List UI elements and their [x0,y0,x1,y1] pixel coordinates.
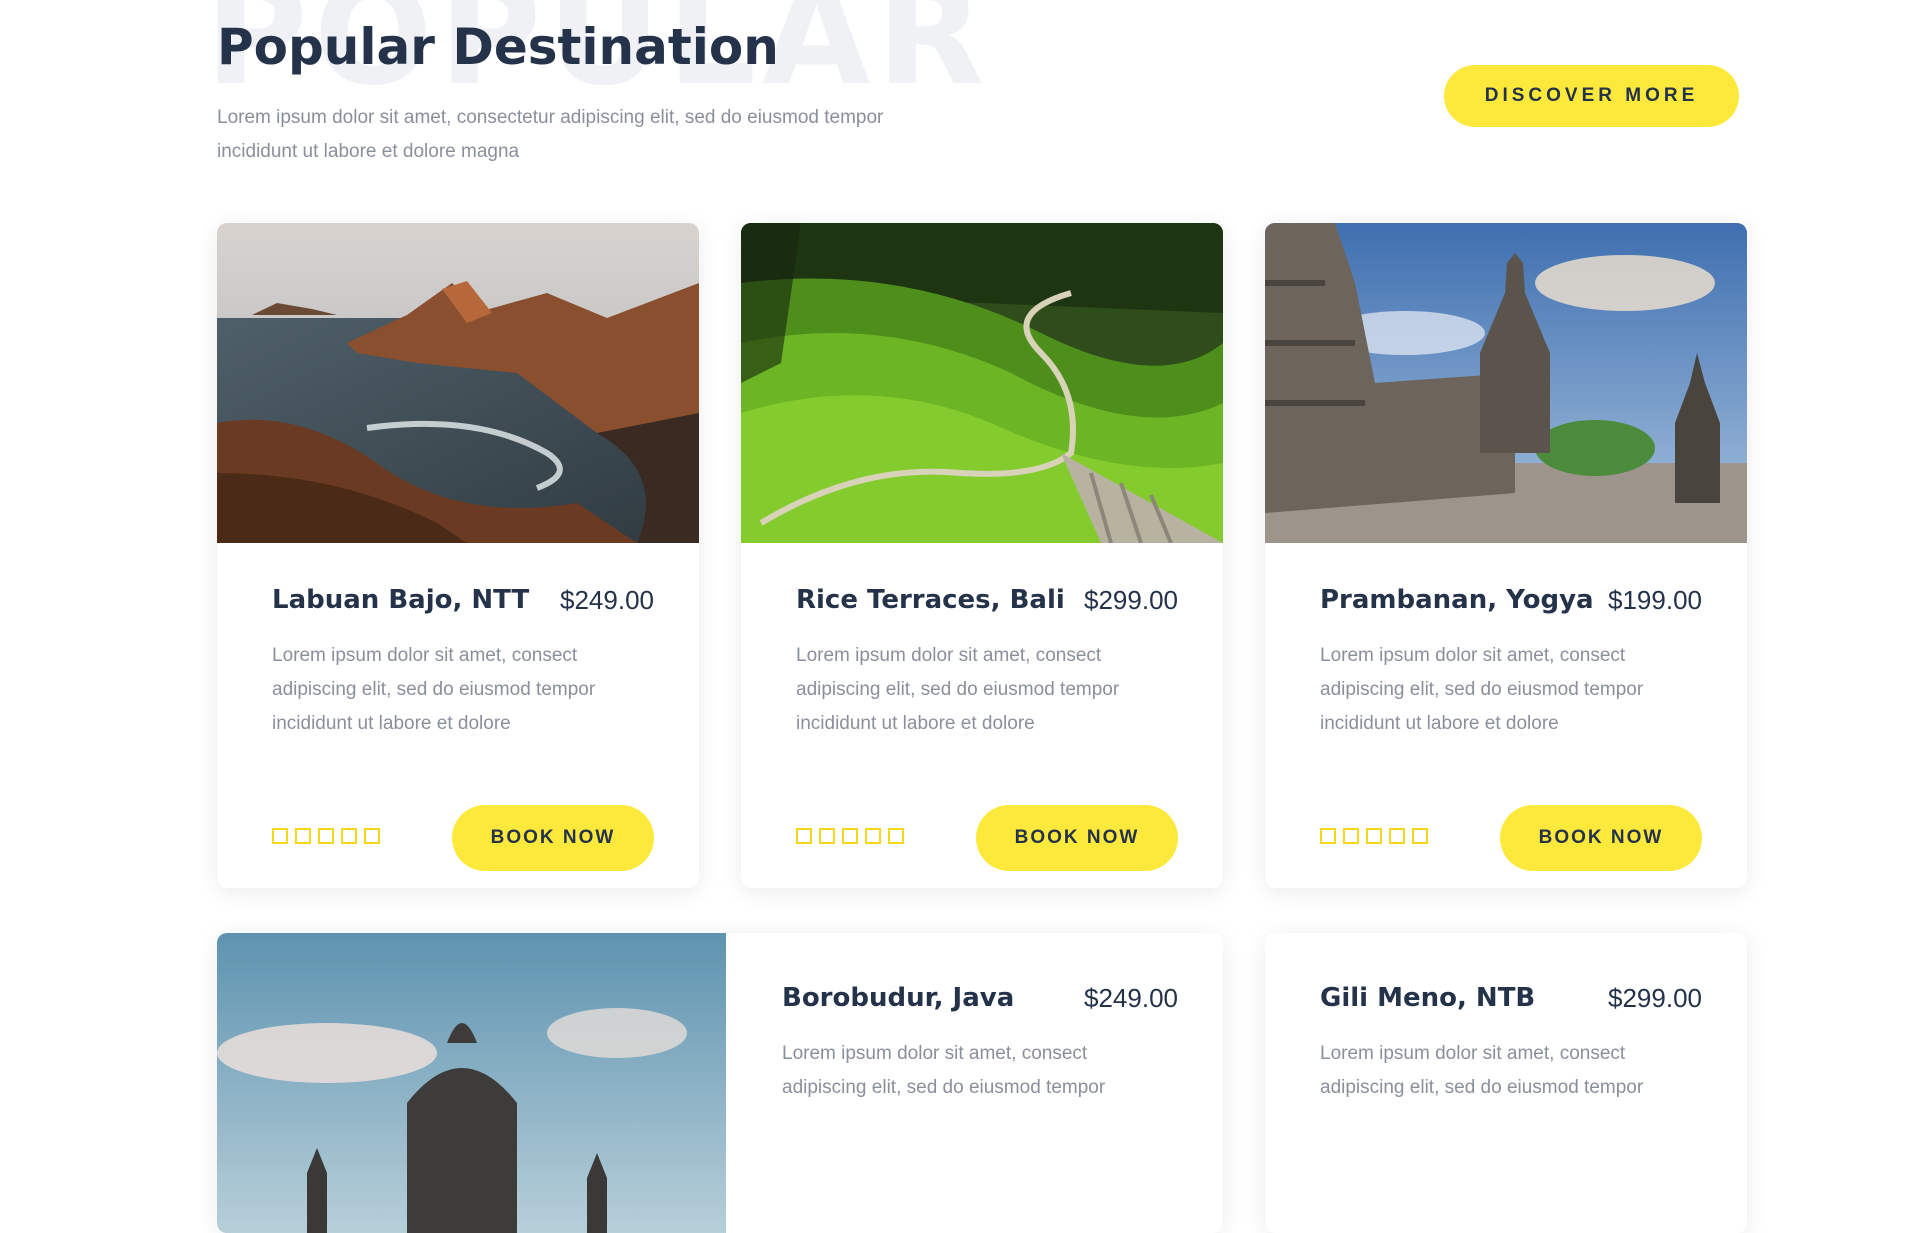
star-outline-icon[interactable] [1320,828,1336,844]
destination-name: Prambanan, Yogya [1320,585,1594,615]
star-outline-icon[interactable] [1366,828,1382,844]
destination-description: Lorem ipsum dolor sit amet, consect adip… [1320,645,1644,734]
destination-description: Lorem ipsum dolor sit amet, consect adip… [1320,1043,1644,1098]
destination-card: Labuan Bajo, NTT $249.00 Lorem ipsum dol… [217,223,699,888]
destination-card: Gili Meno, NTB $299.00 Lorem ipsum dolor… [1265,933,1747,1233]
star-outline-icon[interactable] [272,828,288,844]
book-now-button[interactable]: BOOK NOW [452,805,654,871]
section-subtitle: Lorem ipsum dolor sit amet, consectetur … [217,107,884,162]
temple-photo [1265,223,1747,543]
destination-card: Rice Terraces, Bali $299.00 Lorem ipsum … [741,223,1223,888]
star-outline-icon[interactable] [819,828,835,844]
book-now-button[interactable]: BOOK NOW [976,805,1178,871]
destination-description: Lorem ipsum dolor sit amet, consect adip… [782,1043,1106,1098]
star-outline-icon[interactable] [1412,828,1428,844]
destination-description: Lorem ipsum dolor sit amet, consect adip… [272,645,596,734]
stupa-photo [217,933,726,1233]
destination-price: $249.00 [560,585,654,615]
star-outline-icon[interactable] [364,828,380,844]
star-rating[interactable] [796,828,904,844]
star-outline-icon[interactable] [796,828,812,844]
coastal-hills-photo [217,223,699,543]
destination-price: $299.00 [1084,585,1178,615]
destination-card: Prambanan, Yogya $199.00 Lorem ipsum dol… [1265,223,1747,888]
destination-description: Lorem ipsum dolor sit amet, consect adip… [796,645,1120,734]
destination-name: Borobudur, Java [782,983,1015,1013]
page-title: Popular Destination [217,18,779,76]
destination-card-wide: Borobudur, Java $249.00 Lorem ipsum dolo… [217,933,1223,1233]
star-outline-icon[interactable] [295,828,311,844]
star-outline-icon[interactable] [865,828,881,844]
star-rating[interactable] [272,828,380,844]
star-outline-icon[interactable] [888,828,904,844]
destination-name: Gili Meno, NTB [1320,983,1536,1013]
star-outline-icon[interactable] [1343,828,1359,844]
destination-price: $299.00 [1608,983,1702,1013]
destination-name: Rice Terraces, Bali [796,585,1065,615]
star-rating[interactable] [1320,828,1428,844]
destination-name: Labuan Bajo, NTT [272,585,530,615]
book-now-button[interactable]: BOOK NOW [1500,805,1702,871]
star-outline-icon[interactable] [318,828,334,844]
discover-more-button[interactable]: DISCOVER MORE [1444,65,1739,127]
star-outline-icon[interactable] [1389,828,1405,844]
destination-price: $249.00 [1084,983,1178,1013]
destination-price: $199.00 [1608,585,1702,615]
star-outline-icon[interactable] [341,828,357,844]
star-outline-icon[interactable] [842,828,858,844]
rice-terraces-photo [741,223,1223,543]
